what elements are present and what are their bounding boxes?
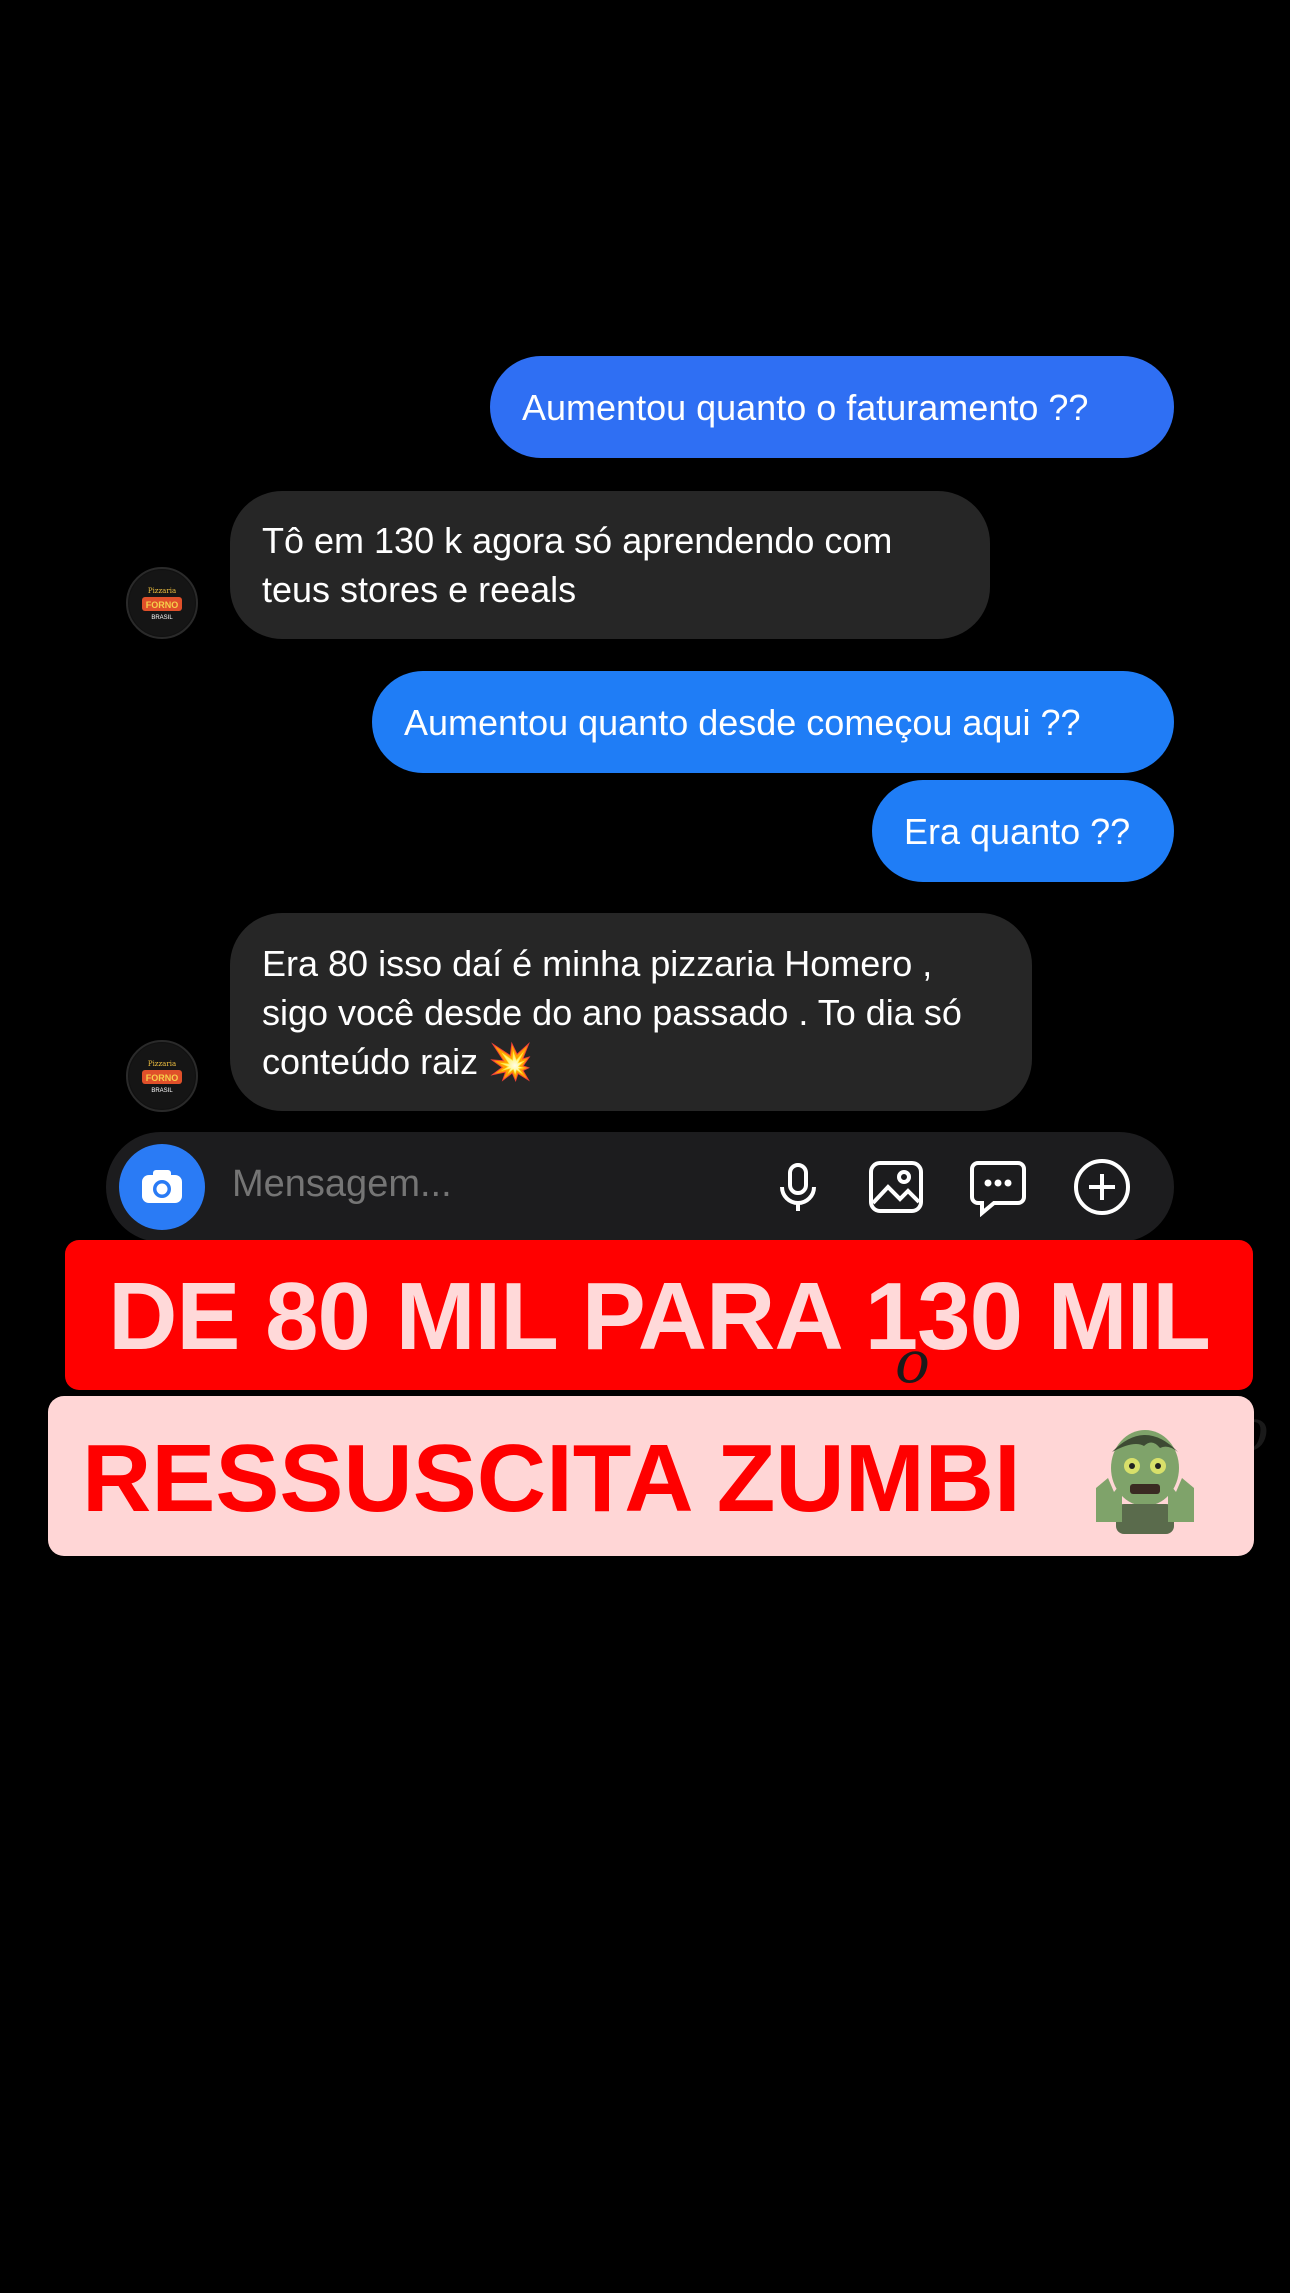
- avatar[interactable]: Pizzaria FORNO BRASIL: [126, 567, 198, 639]
- message-text: Aumentou quanto desde começou aqui ??: [404, 701, 1081, 743]
- headline-banner: DE 80 MIL PARA 130 MIL o faturamento: [65, 1240, 1269, 1464]
- sticker-chat-icon[interactable]: [968, 1157, 1028, 1217]
- gallery-icon[interactable]: [866, 1157, 926, 1217]
- message-composer: [106, 1132, 1174, 1242]
- svg-text:BRASIL: BRASIL: [151, 615, 173, 621]
- message-text: Tô em 130 k agora só aprendendo com teus…: [262, 520, 893, 610]
- microphone-icon[interactable]: [768, 1157, 828, 1217]
- tagline-text: RESSUSCITA ZUMBI: [82, 1425, 1021, 1532]
- message-text: Aumentou quanto o faturamento ??: [522, 386, 1089, 428]
- camera-icon: [142, 1170, 182, 1203]
- message-received-1[interactable]: Tô em 130 k agora só aprendendo com teus…: [230, 491, 990, 639]
- message-received-2[interactable]: Era 80 isso daí é minha pizzaria Homero …: [230, 913, 1032, 1111]
- plus-circle-icon[interactable]: [1072, 1157, 1132, 1217]
- message-input[interactable]: [230, 1162, 734, 1207]
- svg-text:FORNO: FORNO: [146, 600, 179, 610]
- svg-text:FORNO: FORNO: [146, 1073, 179, 1083]
- message-sent-3[interactable]: Era quanto ??: [872, 780, 1174, 882]
- pizzaria-logo-icon: Pizzaria FORNO BRASIL: [129, 1043, 195, 1109]
- message-text: Era 80 isso daí é minha pizzaria Homero …: [262, 942, 962, 1082]
- svg-text:Pizzaria: Pizzaria: [148, 1060, 176, 1068]
- svg-text:Pizzaria: Pizzaria: [148, 587, 176, 595]
- message-sent-2[interactable]: Aumentou quanto desde começou aqui ??: [372, 671, 1174, 773]
- camera-button[interactable]: [119, 1144, 205, 1230]
- pizzaria-logo-icon: Pizzaria FORNO BRASIL: [129, 570, 195, 636]
- message-sent-1[interactable]: Aumentou quanto o faturamento ??: [490, 356, 1174, 458]
- tagline-banner: RESSUSCITA ZUMBI: [48, 1396, 1254, 1556]
- zombie-icon: [1096, 1430, 1194, 1534]
- message-text: Era quanto ??: [904, 810, 1131, 852]
- svg-text:BRASIL: BRASIL: [151, 1088, 173, 1094]
- avatar[interactable]: Pizzaria FORNO BRASIL: [126, 1040, 198, 1112]
